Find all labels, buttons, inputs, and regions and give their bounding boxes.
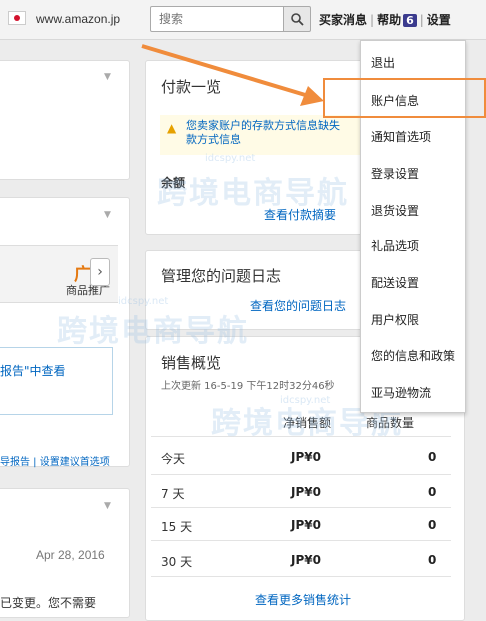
watermark-domain: idcspy.net xyxy=(118,296,169,307)
marketplace-link[interactable]: www.amazon.jp xyxy=(36,12,120,26)
message-text: 已变更。您不需要 xyxy=(0,596,97,610)
help-count-badge: 6 xyxy=(403,14,417,27)
divider xyxy=(151,507,451,508)
menu-item-login-settings[interactable]: 登录设置 xyxy=(371,165,419,182)
divider xyxy=(151,540,451,541)
sales-row-qty: 0 xyxy=(428,553,437,567)
chevron-down-icon[interactable]: ▼ xyxy=(104,501,111,511)
menu-item-gift-options[interactable]: 礼品选项 xyxy=(371,237,419,254)
menu-item-user-permissions[interactable]: 用户权限 xyxy=(371,311,419,328)
warning-link[interactable]: 款方式信息 xyxy=(186,133,366,147)
chevron-down-icon[interactable]: ▼ xyxy=(104,210,111,220)
divider xyxy=(151,576,451,577)
payments-title: 付款一览 xyxy=(161,78,222,96)
highlight-box xyxy=(323,78,486,118)
sales-updated-time: 上次更新 16-5-19 下午12时32分46秒 xyxy=(161,381,335,392)
info-text[interactable]: 报告"中查看 xyxy=(0,362,66,379)
menu-item-fba[interactable]: 亚马逊物流 xyxy=(371,384,431,401)
divider xyxy=(151,474,451,475)
sales-row-label: 30 天 xyxy=(161,555,193,569)
menu-item-logout[interactable]: 退出 xyxy=(371,54,395,71)
menu-item-return-settings[interactable]: 退货设置 xyxy=(371,202,419,219)
sales-row-label: 今天 xyxy=(161,452,186,466)
sales-row-qty: 0 xyxy=(428,450,437,464)
menu-item-notifications[interactable]: 通知首选项 xyxy=(371,128,431,145)
sales-row-qty: 0 xyxy=(428,485,437,499)
menu-item-info-policies[interactable]: 您的信息和政策 xyxy=(371,347,455,364)
sales-row-qty: 0 xyxy=(428,518,437,532)
watermark: 跨境电商导航 xyxy=(157,176,349,211)
search-button[interactable] xyxy=(283,6,311,32)
sales-row-label: 7 天 xyxy=(161,487,185,501)
japan-flag-icon[interactable] xyxy=(8,11,26,25)
view-issues-link[interactable]: 查看您的问题日志 xyxy=(250,297,346,314)
carousel-next-button[interactable]: › xyxy=(90,258,110,286)
sales-title: 销售概览 xyxy=(161,354,222,372)
sales-row-label: 15 天 xyxy=(161,520,193,534)
sales-row-amount: JP¥0 xyxy=(291,485,321,499)
watermark-domain: idcspy.net xyxy=(205,153,256,164)
sales-row-amount: JP¥0 xyxy=(291,518,321,532)
help-link[interactable]: 帮助 xyxy=(377,11,401,28)
issues-title: 管理您的问题日志 xyxy=(161,267,282,285)
left-links[interactable]: 导报告 | 设置建议首选项 xyxy=(0,453,110,468)
chevron-down-icon[interactable]: ▼ xyxy=(104,72,111,82)
more-sales-stats-link[interactable]: 查看更多销售统计 xyxy=(255,591,351,608)
warning-text[interactable]: 您卖家账户的存款方式信息缺失 xyxy=(186,119,366,133)
message-date: Apr 28, 2016 xyxy=(36,548,105,562)
menu-item-shipping-settings[interactable]: 配送设置 xyxy=(371,274,419,291)
watermark: 跨境电商导航 xyxy=(57,314,249,349)
sales-row-amount: JP¥0 xyxy=(291,553,321,567)
search-icon xyxy=(291,13,304,26)
info-box xyxy=(0,347,113,415)
header-nav: 买家消息 | 帮助 6 | 设置 xyxy=(319,11,451,28)
settings-link[interactable]: 设置 xyxy=(427,11,451,28)
sales-row-amount: JP¥0 xyxy=(291,450,321,464)
payment-warning: ▲ 您卖家账户的存款方式信息缺失 款方式信息 xyxy=(160,115,360,155)
watermark-domain: idcspy.net xyxy=(280,395,331,406)
buyer-messages-link[interactable]: 买家消息 xyxy=(319,11,367,28)
warning-icon: ▲ xyxy=(167,121,177,135)
search-input[interactable] xyxy=(150,6,302,32)
